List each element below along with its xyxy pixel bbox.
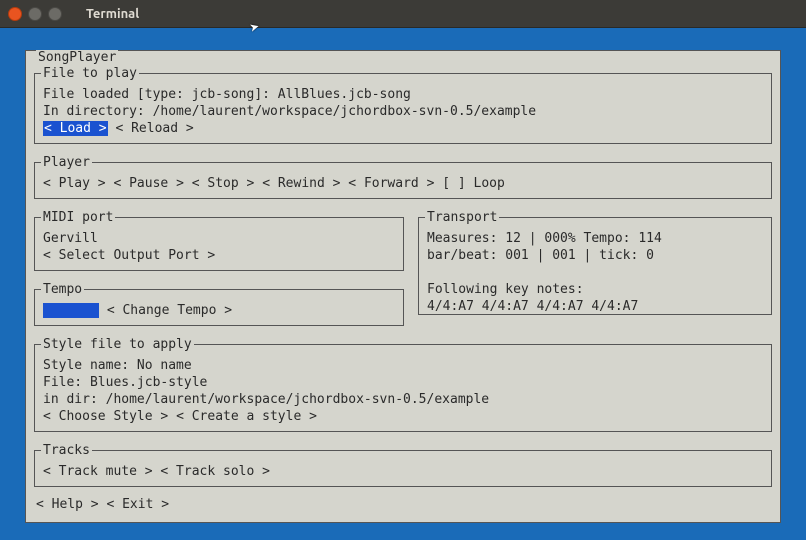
stop-button[interactable]: < Stop > xyxy=(192,176,255,191)
window-title: Terminal xyxy=(86,7,139,21)
reload-button[interactable]: < Reload > xyxy=(115,121,193,136)
transport-line1: Measures: 12 | 000% Tempo: 114 xyxy=(427,230,763,247)
midi-device: Gervill xyxy=(43,230,395,247)
select-output-port-button[interactable]: < Select Output Port > xyxy=(43,248,215,263)
style-file-line: File: Blues.jcb-style xyxy=(43,374,763,391)
transport-notes: 4/4:A7 4/4:A7 4/4:A7 4/4:A7 xyxy=(427,298,763,315)
player-legend: Player xyxy=(41,154,92,171)
maximize-icon[interactable] xyxy=(48,7,62,21)
style-legend: Style file to apply xyxy=(41,336,194,353)
create-style-button[interactable]: < Create a style > xyxy=(176,409,317,424)
transport-line2: bar/beat: 001 | 001 | tick: 0 xyxy=(427,247,763,264)
minimize-icon[interactable] xyxy=(28,7,42,21)
exit-button[interactable]: < Exit > xyxy=(106,497,169,512)
tempo-input[interactable] xyxy=(43,303,99,318)
style-name-line: Style name: No name xyxy=(43,357,763,374)
style-group: Style file to apply Style name: No name … xyxy=(34,336,772,432)
forward-button[interactable]: < Forward > xyxy=(348,176,434,191)
app-frame: SongPlayer File to play File loaded [typ… xyxy=(25,50,781,523)
transport-legend: Transport xyxy=(425,209,499,226)
help-button[interactable]: < Help > xyxy=(36,497,99,512)
file-legend: File to play xyxy=(41,65,139,82)
app-title: SongPlayer xyxy=(36,50,118,65)
track-solo-button[interactable]: < Track solo > xyxy=(160,464,270,479)
file-dir-line: In directory: /home/laurent/workspace/jc… xyxy=(43,103,763,120)
file-loaded-line: File loaded [type: jcb-song]: AllBlues.j… xyxy=(43,86,763,103)
tracks-group: Tracks < Track mute > < Track solo > xyxy=(34,442,772,487)
pause-button[interactable]: < Pause > xyxy=(113,176,183,191)
play-button[interactable]: < Play > xyxy=(43,176,106,191)
tempo-legend: Tempo xyxy=(41,281,84,298)
transport-following-label: Following key notes: xyxy=(427,281,763,298)
midi-legend: MIDI port xyxy=(41,209,115,226)
track-mute-button[interactable]: < Track mute > xyxy=(43,464,153,479)
style-dir-line: in dir: /home/laurent/workspace/jchordbo… xyxy=(43,391,763,408)
tracks-legend: Tracks xyxy=(41,442,92,459)
window-titlebar: Terminal xyxy=(0,0,806,28)
close-icon[interactable] xyxy=(8,7,22,21)
load-button[interactable]: < Load > xyxy=(43,121,108,136)
midi-port-group: MIDI port Gervill < Select Output Port > xyxy=(34,209,404,271)
loop-checkbox[interactable]: [ ] Loop xyxy=(442,176,505,191)
rewind-button[interactable]: < Rewind > xyxy=(262,176,340,191)
choose-style-button[interactable]: < Choose Style > xyxy=(43,409,168,424)
transport-group: Transport Measures: 12 | 000% Tempo: 114… xyxy=(418,209,772,315)
change-tempo-button[interactable]: < Change Tempo > xyxy=(107,303,232,318)
tempo-group: Tempo < Change Tempo > xyxy=(34,281,404,326)
file-to-play-group: File to play File loaded [type: jcb-song… xyxy=(34,65,772,144)
player-group: Player < Play > < Pause > < Stop > < Rew… xyxy=(34,154,772,199)
